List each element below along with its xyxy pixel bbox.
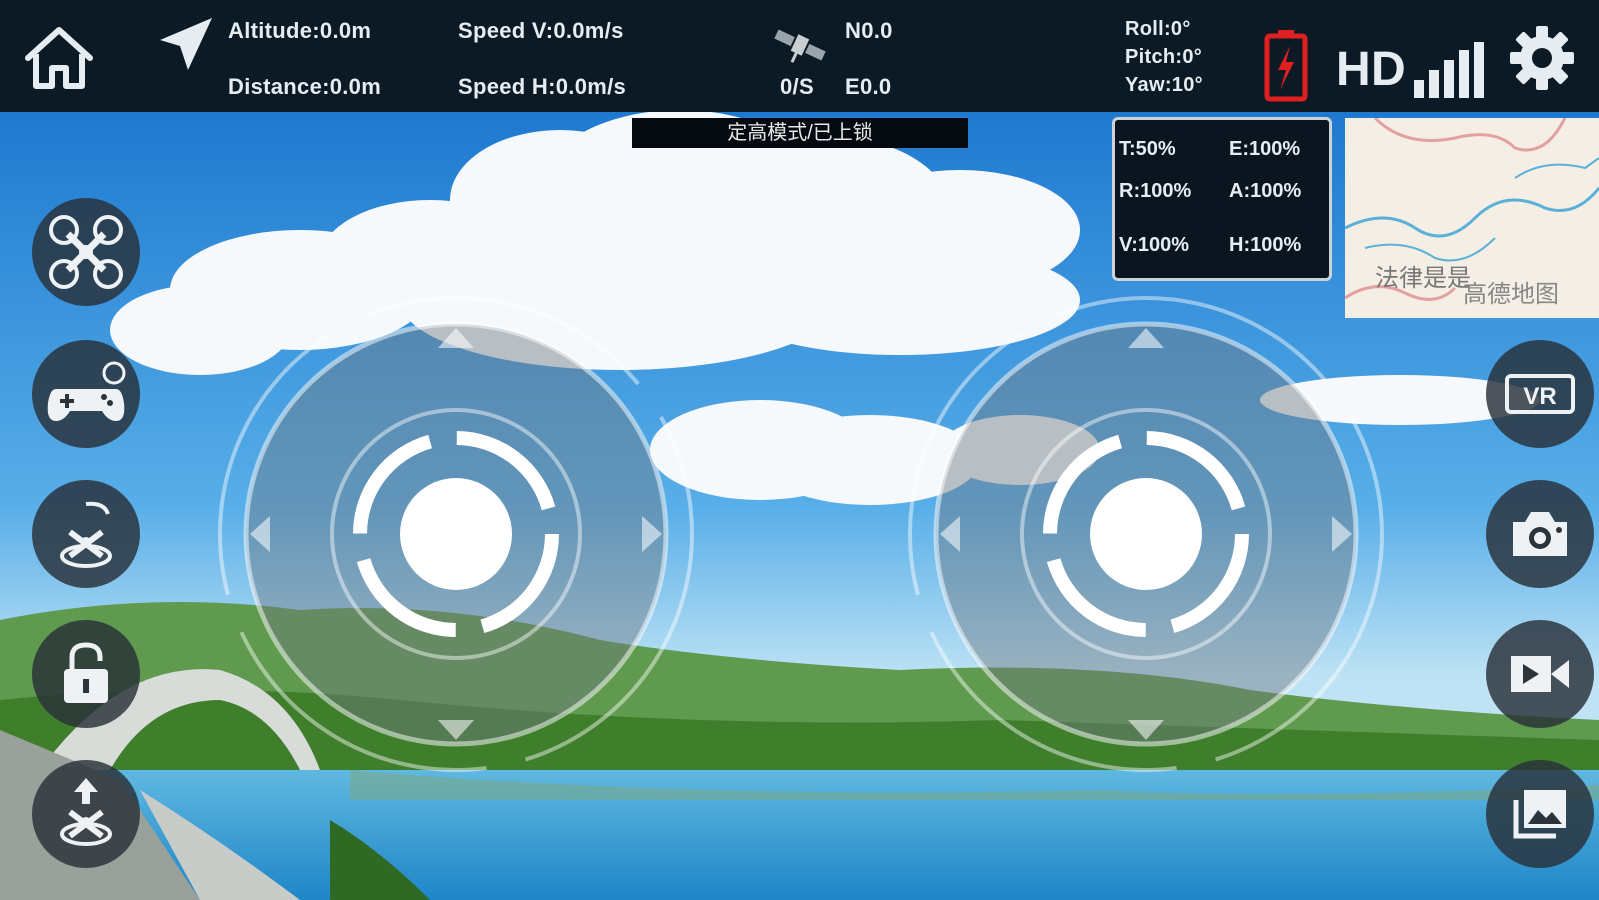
drone-mode-button[interactable] xyxy=(32,198,140,306)
headless-mode-button[interactable] xyxy=(32,480,140,588)
rate-e: E:100% xyxy=(1229,138,1301,160)
roll-readout: Roll:0° xyxy=(1125,18,1191,40)
yaw-readout: Yaw:10° xyxy=(1125,74,1203,96)
camera-icon xyxy=(1513,512,1567,556)
lock-icon xyxy=(64,642,108,703)
altitude-readout: Altitude:0.0m xyxy=(228,18,372,43)
vr-mode-button[interactable]: VR xyxy=(1486,340,1594,448)
top-status-bar: Altitude:0.0m Distance:0.0m Speed V:0.0m… xyxy=(0,0,1599,112)
gamepad-button[interactable] xyxy=(32,340,140,448)
map-provider-label: 高德地图 xyxy=(1463,281,1559,308)
map-place-label: 法律是是 xyxy=(1375,265,1471,292)
rates-panel: T:50% E:100% R:100% A:100% V:100% H:100% xyxy=(1112,117,1332,281)
pitch-readout: Pitch:0° xyxy=(1125,46,1203,68)
lock-button[interactable] xyxy=(32,620,140,728)
svg-text:VR: VR xyxy=(1523,383,1556,410)
horizontal-speed-readout: Speed H:0.0m/s xyxy=(458,74,627,99)
mini-map[interactable]: 法律是是 高德地图 xyxy=(1345,118,1599,318)
gear-icon[interactable] xyxy=(1508,24,1576,97)
rate-r: R:100% xyxy=(1119,180,1192,202)
hd-label: HD xyxy=(1336,43,1406,96)
satellite-icon xyxy=(770,20,830,75)
east-coordinate: E0.0 xyxy=(845,74,892,99)
vertical-speed-readout: Speed V:0.0m/s xyxy=(458,18,624,43)
drone-icon xyxy=(49,215,123,289)
gallery-button[interactable] xyxy=(1486,760,1594,868)
rate-t: T:50% xyxy=(1119,138,1176,160)
headless-mode-icon xyxy=(60,501,112,568)
video-icon xyxy=(1511,656,1569,692)
rate-a: A:100% xyxy=(1229,180,1302,202)
gallery-icon xyxy=(1513,790,1566,839)
home-icon[interactable] xyxy=(22,24,96,97)
left-joystick-thumb[interactable] xyxy=(400,478,512,590)
north-coordinate: N0.0 xyxy=(845,18,893,43)
distance-readout: Distance:0.0m xyxy=(228,74,382,99)
satellite-count: 0/S xyxy=(780,74,814,99)
left-joystick[interactable] xyxy=(214,292,698,776)
vr-icon: VR xyxy=(1505,374,1575,414)
takeoff-icon xyxy=(60,778,112,846)
takeoff-button[interactable] xyxy=(32,760,140,868)
video-record-button[interactable] xyxy=(1486,620,1594,728)
right-joystick-thumb[interactable] xyxy=(1090,478,1202,590)
right-joystick[interactable] xyxy=(904,292,1388,776)
signal-bars-icon xyxy=(1412,40,1492,105)
flight-mode-banner: 定高模式/已上锁 xyxy=(632,118,968,148)
location-arrow-icon xyxy=(158,16,214,77)
camera-button[interactable] xyxy=(1486,480,1594,588)
gamepad-icon xyxy=(47,361,126,421)
rate-v: V:100% xyxy=(1119,234,1190,256)
rate-h: H:100% xyxy=(1229,234,1302,256)
battery-icon xyxy=(1264,28,1308,107)
